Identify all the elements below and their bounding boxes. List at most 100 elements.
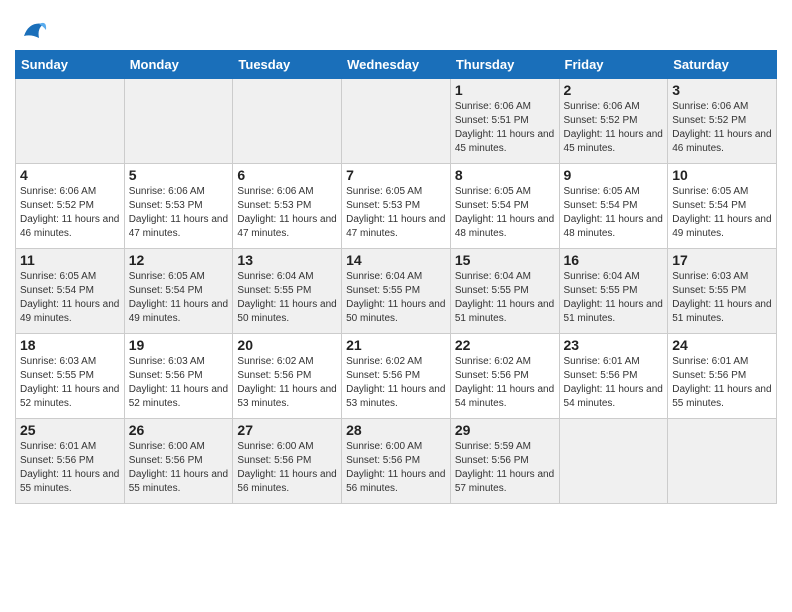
calendar-cell: 15 Sunrise: 6:04 AM Sunset: 5:55 PM Dayli… bbox=[450, 249, 559, 334]
day-number: 19 bbox=[129, 337, 229, 353]
day-info: Sunrise: 6:03 AM Sunset: 5:55 PM Dayligh… bbox=[672, 270, 772, 326]
day-info: Sunrise: 6:00 AM Sunset: 5:56 PM Dayligh… bbox=[129, 440, 229, 496]
day-number: 29 bbox=[455, 422, 555, 438]
calendar-table: SundayMondayTuesdayWednesdayThursdayFrid… bbox=[15, 50, 777, 504]
day-info: Sunrise: 6:04 AM Sunset: 5:55 PM Dayligh… bbox=[237, 270, 337, 326]
calendar-cell bbox=[342, 79, 451, 164]
day-info: Sunrise: 6:03 AM Sunset: 5:56 PM Dayligh… bbox=[129, 355, 229, 411]
day-info: Sunrise: 6:05 AM Sunset: 5:54 PM Dayligh… bbox=[20, 270, 120, 326]
calendar-cell: 29 Sunrise: 5:59 AM Sunset: 5:56 PM Dayli… bbox=[450, 419, 559, 504]
calendar-cell: 7 Sunrise: 6:05 AM Sunset: 5:53 PM Daylig… bbox=[342, 164, 451, 249]
logo bbox=[15, 16, 49, 46]
day-number: 2 bbox=[564, 82, 664, 98]
day-number: 7 bbox=[346, 167, 446, 183]
calendar-cell bbox=[559, 419, 668, 504]
day-info: Sunrise: 6:04 AM Sunset: 5:55 PM Dayligh… bbox=[564, 270, 664, 326]
calendar-cell: 10 Sunrise: 6:05 AM Sunset: 5:54 PM Dayli… bbox=[668, 164, 777, 249]
calendar-cell bbox=[233, 79, 342, 164]
calendar-week-row: 25Sunrise: 6:01 AM Sunset: 5:56 PM Dayli… bbox=[16, 419, 777, 504]
day-number: 4 bbox=[20, 167, 120, 183]
calendar-week-row: 11 Sunrise: 6:05 AM Sunset: 5:54 PM Dayli… bbox=[16, 249, 777, 334]
calendar-cell: 14 Sunrise: 6:04 AM Sunset: 5:55 PM Dayli… bbox=[342, 249, 451, 334]
day-info: Sunrise: 6:00 AM Sunset: 5:56 PM Dayligh… bbox=[237, 440, 337, 496]
day-info: Sunrise: 6:05 AM Sunset: 5:54 PM Dayligh… bbox=[672, 185, 772, 241]
day-info: Sunrise: 6:05 AM Sunset: 5:53 PM Dayligh… bbox=[346, 185, 446, 241]
day-number: 21 bbox=[346, 337, 446, 353]
day-info: Sunrise: 6:04 AM Sunset: 5:55 PM Dayligh… bbox=[346, 270, 446, 326]
day-number: 26 bbox=[129, 422, 229, 438]
day-number: 27 bbox=[237, 422, 337, 438]
day-number: 10 bbox=[672, 167, 772, 183]
calendar-cell: 21 Sunrise: 6:02 AM Sunset: 5:56 PM Dayli… bbox=[342, 334, 451, 419]
calendar-cell: 9Sunrise: 6:05 AM Sunset: 5:54 PM Daylig… bbox=[559, 164, 668, 249]
weekday-header-row: SundayMondayTuesdayWednesdayThursdayFrid… bbox=[16, 51, 777, 79]
logo-icon bbox=[19, 16, 49, 46]
day-info: Sunrise: 5:59 AM Sunset: 5:56 PM Dayligh… bbox=[455, 440, 555, 496]
calendar-cell: 6 Sunrise: 6:06 AM Sunset: 5:53 PM Daylig… bbox=[233, 164, 342, 249]
calendar-cell: 24 Sunrise: 6:01 AM Sunset: 5:56 PM Dayli… bbox=[668, 334, 777, 419]
weekday-header-wednesday: Wednesday bbox=[342, 51, 451, 79]
day-number: 15 bbox=[455, 252, 555, 268]
day-number: 8 bbox=[455, 167, 555, 183]
calendar-cell: 4 Sunrise: 6:06 AM Sunset: 5:52 PM Daylig… bbox=[16, 164, 125, 249]
calendar-cell bbox=[16, 79, 125, 164]
day-number: 20 bbox=[237, 337, 337, 353]
day-info: Sunrise: 6:04 AM Sunset: 5:55 PM Dayligh… bbox=[455, 270, 555, 326]
day-number: 28 bbox=[346, 422, 446, 438]
calendar-week-row: 1 Sunrise: 6:06 AM Sunset: 5:51 PM Daylig… bbox=[16, 79, 777, 164]
calendar-cell: 26 Sunrise: 6:00 AM Sunset: 5:56 PM Dayli… bbox=[124, 419, 233, 504]
day-info: Sunrise: 6:01 AM Sunset: 5:56 PM Dayligh… bbox=[564, 355, 664, 411]
day-info: Sunrise: 6:05 AM Sunset: 5:54 PM Dayligh… bbox=[129, 270, 229, 326]
day-info: Sunrise: 6:02 AM Sunset: 5:56 PM Dayligh… bbox=[237, 355, 337, 411]
day-info: Sunrise: 6:06 AM Sunset: 5:53 PM Dayligh… bbox=[237, 185, 337, 241]
page-header bbox=[15, 10, 777, 46]
calendar-cell: 2 Sunrise: 6:06 AM Sunset: 5:52 PM Daylig… bbox=[559, 79, 668, 164]
day-info: Sunrise: 6:06 AM Sunset: 5:52 PM Dayligh… bbox=[564, 100, 664, 156]
day-number: 17 bbox=[672, 252, 772, 268]
calendar-cell: 22 Sunrise: 6:02 AM Sunset: 5:56 PM Dayli… bbox=[450, 334, 559, 419]
day-info: Sunrise: 6:01 AM Sunset: 5:56 PM Dayligh… bbox=[20, 440, 120, 496]
day-number: 9 bbox=[564, 167, 664, 183]
day-number: 24 bbox=[672, 337, 772, 353]
weekday-header-thursday: Thursday bbox=[450, 51, 559, 79]
day-info: Sunrise: 6:02 AM Sunset: 5:56 PM Dayligh… bbox=[346, 355, 446, 411]
calendar-cell: 27 Sunrise: 6:00 AM Sunset: 5:56 PM Dayli… bbox=[233, 419, 342, 504]
calendar-cell: 12 Sunrise: 6:05 AM Sunset: 5:54 PM Dayli… bbox=[124, 249, 233, 334]
calendar-cell: 28Sunrise: 6:00 AM Sunset: 5:56 PM Dayli… bbox=[342, 419, 451, 504]
calendar-cell: 17 Sunrise: 6:03 AM Sunset: 5:55 PM Dayli… bbox=[668, 249, 777, 334]
day-info: Sunrise: 6:02 AM Sunset: 5:56 PM Dayligh… bbox=[455, 355, 555, 411]
day-number: 16 bbox=[564, 252, 664, 268]
day-number: 5 bbox=[129, 167, 229, 183]
calendar-week-row: 4 Sunrise: 6:06 AM Sunset: 5:52 PM Daylig… bbox=[16, 164, 777, 249]
calendar-cell: 8 Sunrise: 6:05 AM Sunset: 5:54 PM Daylig… bbox=[450, 164, 559, 249]
calendar-cell: 5 Sunrise: 6:06 AM Sunset: 5:53 PM Daylig… bbox=[124, 164, 233, 249]
day-number: 23 bbox=[564, 337, 664, 353]
day-number: 13 bbox=[237, 252, 337, 268]
day-number: 12 bbox=[129, 252, 229, 268]
calendar-cell: 3Sunrise: 6:06 AM Sunset: 5:52 PM Daylig… bbox=[668, 79, 777, 164]
weekday-header-saturday: Saturday bbox=[668, 51, 777, 79]
day-info: Sunrise: 6:05 AM Sunset: 5:54 PM Dayligh… bbox=[455, 185, 555, 241]
calendar-cell: 23 Sunrise: 6:01 AM Sunset: 5:56 PM Dayli… bbox=[559, 334, 668, 419]
day-info: Sunrise: 6:01 AM Sunset: 5:56 PM Dayligh… bbox=[672, 355, 772, 411]
calendar-cell: 11 Sunrise: 6:05 AM Sunset: 5:54 PM Dayli… bbox=[16, 249, 125, 334]
day-number: 11 bbox=[20, 252, 120, 268]
calendar-cell bbox=[124, 79, 233, 164]
day-info: Sunrise: 6:06 AM Sunset: 5:51 PM Dayligh… bbox=[455, 100, 555, 156]
weekday-header-sunday: Sunday bbox=[16, 51, 125, 79]
weekday-header-friday: Friday bbox=[559, 51, 668, 79]
weekday-header-tuesday: Tuesday bbox=[233, 51, 342, 79]
day-info: Sunrise: 6:06 AM Sunset: 5:52 PM Dayligh… bbox=[672, 100, 772, 156]
day-number: 22 bbox=[455, 337, 555, 353]
day-info: Sunrise: 6:06 AM Sunset: 5:53 PM Dayligh… bbox=[129, 185, 229, 241]
calendar-cell: 18 Sunrise: 6:03 AM Sunset: 5:55 PM Dayli… bbox=[16, 334, 125, 419]
day-number: 1 bbox=[455, 82, 555, 98]
weekday-header-monday: Monday bbox=[124, 51, 233, 79]
day-number: 18 bbox=[20, 337, 120, 353]
day-number: 6 bbox=[237, 167, 337, 183]
calendar-cell bbox=[668, 419, 777, 504]
day-number: 14 bbox=[346, 252, 446, 268]
day-info: Sunrise: 6:06 AM Sunset: 5:52 PM Dayligh… bbox=[20, 185, 120, 241]
day-info: Sunrise: 6:03 AM Sunset: 5:55 PM Dayligh… bbox=[20, 355, 120, 411]
calendar-cell: 20 Sunrise: 6:02 AM Sunset: 5:56 PM Dayli… bbox=[233, 334, 342, 419]
